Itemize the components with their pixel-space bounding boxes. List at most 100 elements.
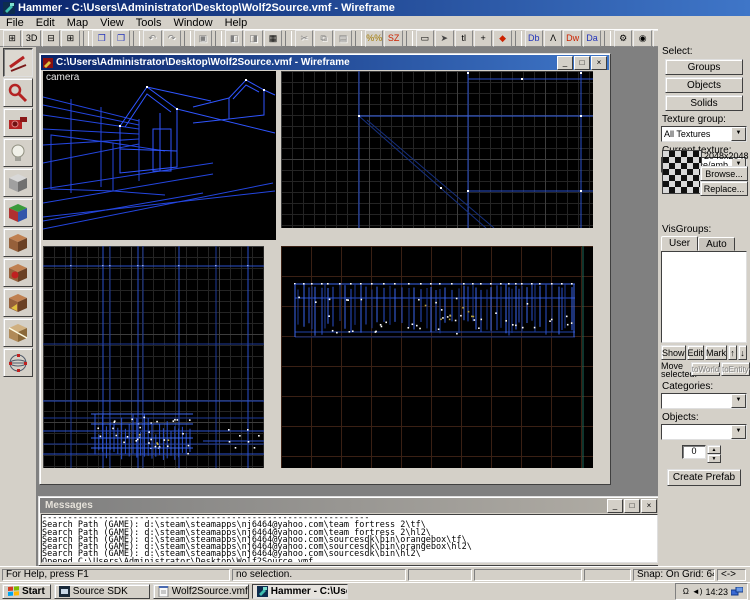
volume-icon[interactable]: ◄)	[692, 587, 703, 596]
map-window-title: C:\Users\Administrator\Desktop\Wolf2Sour…	[56, 57, 350, 68]
visgroup-mark-button[interactable]: Mark	[705, 345, 728, 360]
clipping-tool-icon	[8, 323, 28, 342]
categories-dropdown[interactable]: ▼	[661, 393, 747, 409]
texture-preview[interactable]	[662, 150, 702, 194]
task-hammer[interactable]: Hammer - C:\Users\A...	[251, 584, 348, 599]
apply-current-texture-tool[interactable]	[3, 228, 33, 257]
toggle-grid-icon[interactable]: ⊞	[3, 29, 22, 47]
menu-file[interactable]: File	[0, 17, 30, 29]
viewport-3d-camera[interactable]: camera	[43, 71, 276, 240]
ignore-groups-icon[interactable]: ▦	[263, 29, 283, 47]
viewport-2d-front[interactable]: ▲ ▼ ◄ ►	[43, 246, 264, 468]
prefab-angle-input[interactable]: 0	[682, 445, 706, 459]
task-notepad[interactable]: Wolf2Source.vmf - Note...	[152, 584, 249, 599]
visgroup-move-down-button[interactable]: ↓	[738, 345, 747, 360]
select-groups-button[interactable]: Groups	[665, 59, 743, 75]
messages-maximize-button[interactable]: □	[624, 498, 640, 513]
toolbar-separator	[183, 30, 191, 46]
texture-lock-icon[interactable]: %%	[365, 29, 384, 47]
visgroups-list[interactable]	[661, 251, 747, 343]
vertex-tool[interactable]	[3, 348, 33, 377]
messages-close-button[interactable]: ×	[641, 498, 657, 513]
app-titlebar[interactable]: Hammer - C:\Users\Administrator\Desktop\…	[0, 0, 750, 16]
menu-edit[interactable]: Edit	[30, 17, 61, 29]
chevron-down-icon[interactable]: ▼	[731, 425, 746, 439]
map-maximize-button[interactable]: □	[574, 55, 590, 70]
menubar: File Edit Map View Tools Window Help	[0, 16, 750, 29]
magnify-tool[interactable]	[3, 78, 33, 107]
cordon-icon[interactable]: ▭	[415, 29, 435, 47]
task-sdk[interactable]: Source SDK	[53, 584, 150, 599]
menu-tools[interactable]: Tools	[130, 17, 168, 29]
texture-scale-lock-icon[interactable]: SZ	[384, 29, 403, 47]
visgroup-move-up-button[interactable]: ↑	[728, 345, 738, 360]
cordon-edit-icon[interactable]: ➤	[435, 29, 454, 47]
displacement-mask-icon[interactable]: ◆	[493, 29, 512, 47]
viewport-2d-side[interactable]: ▲ ▼ ◄ ►	[281, 246, 593, 468]
run-map-icon[interactable]: ⚙	[614, 29, 633, 47]
smaller-grid-icon[interactable]: ⊟	[41, 29, 61, 47]
visgroup-edit-button[interactable]: Edit	[686, 345, 705, 360]
copy-icon: ⧉	[314, 29, 333, 47]
vertex-tool-icon	[9, 353, 27, 372]
create-prefab-button[interactable]: Create Prefab	[667, 469, 741, 486]
mdi-workspace: C:\Users\Administrator\Desktop\Wolf2Sour…	[37, 47, 658, 566]
apply-decals-tool[interactable]	[3, 258, 33, 287]
messages-titlebar[interactable]: Messages _ □ ×	[40, 498, 658, 513]
toggle-3d-grid-icon[interactable]: 3D	[22, 29, 41, 47]
camera-tool[interactable]	[3, 108, 33, 137]
selection-tool[interactable]	[3, 48, 33, 77]
menu-view[interactable]: View	[94, 17, 130, 29]
menu-map[interactable]: Map	[61, 17, 94, 29]
start-button[interactable]: Start	[2, 584, 51, 599]
log-line: Opened C:\Users\Administrator\Desktop\Wo…	[42, 556, 314, 563]
spin-up-icon[interactable]: ▲	[707, 445, 721, 454]
viewport-2d-top[interactable]: ▲ ▼ ◄ ►	[281, 71, 593, 228]
browse-button[interactable]: Browse...	[700, 166, 748, 181]
menu-help[interactable]: Help	[219, 17, 254, 29]
messages-window[interactable]: Messages _ □ × -------------------------…	[38, 496, 658, 566]
chevron-down-icon[interactable]: ▼	[731, 127, 746, 141]
main-toolbar: ⊞3D⊟⊞❐❐↶↷▣◧◨▦✂⧉▤%%SZ▭➤tl+◆DbΛDwDa⚙◉▦■CM❧…	[0, 29, 750, 47]
save-window-state-icon[interactable]: ❐	[111, 29, 131, 47]
entity-tool[interactable]	[3, 138, 33, 167]
language-indicator-icon[interactable]: Ω	[683, 587, 689, 596]
entity-properties-icon[interactable]: Da	[582, 29, 602, 47]
toolbar-separator	[82, 30, 90, 46]
chevron-down-icon[interactable]: ▼	[731, 394, 746, 408]
tab-visgroups-user[interactable]: User	[661, 236, 699, 251]
wireframe-3d-view	[43, 79, 276, 230]
select-touching-icon[interactable]: tl	[454, 29, 473, 47]
pointfile-icon[interactable]: ◉	[633, 29, 652, 47]
status-resize-grip: <->	[717, 568, 746, 581]
entity-report-icon[interactable]: Db	[524, 29, 543, 47]
visgroup-show-button[interactable]: Show	[661, 345, 686, 360]
clipping-tool[interactable]	[3, 318, 33, 347]
map-close-button[interactable]: ×	[591, 55, 607, 70]
system-tray: Ω ◄) 14:23	[674, 583, 748, 600]
menu-window[interactable]: Window	[167, 17, 218, 29]
objects-dropdown[interactable]: ▼	[661, 424, 747, 440]
map-minimize-button[interactable]: _	[557, 55, 573, 70]
block-tool[interactable]	[3, 168, 33, 197]
messages-minimize-button[interactable]: _	[607, 498, 623, 513]
messages-log[interactable]: ----------------------------------------…	[41, 514, 658, 563]
texture-group-dropdown[interactable]: All Textures ▼	[661, 126, 747, 142]
larger-grid-icon[interactable]: ⊞	[61, 29, 80, 47]
texture-application-tool[interactable]	[3, 198, 33, 227]
replace-button[interactable]: Replace...	[700, 181, 748, 196]
entity-gallery-icon[interactable]: Dw	[563, 29, 582, 47]
undo-icon: ↶	[143, 29, 162, 47]
spin-down-icon[interactable]: ▼	[707, 454, 721, 463]
magnify-tool-icon	[8, 83, 28, 102]
load-window-state-icon[interactable]: ❐	[92, 29, 111, 47]
overlay-tool[interactable]	[3, 288, 33, 317]
map-window-titlebar[interactable]: C:\Users\Administrator\Desktop\Wolf2Sour…	[41, 55, 609, 70]
select-solids-button[interactable]: Solids	[665, 95, 743, 111]
clock: 14:23	[705, 586, 728, 597]
map-window[interactable]: C:\Users\Administrator\Desktop\Wolf2Sour…	[39, 53, 611, 485]
tab-visgroups-auto[interactable]: Auto	[698, 237, 735, 251]
path-tool-icon[interactable]: Λ	[543, 29, 563, 47]
move-selection-icon[interactable]: +	[473, 29, 493, 47]
select-objects-button[interactable]: Objects	[665, 77, 743, 93]
